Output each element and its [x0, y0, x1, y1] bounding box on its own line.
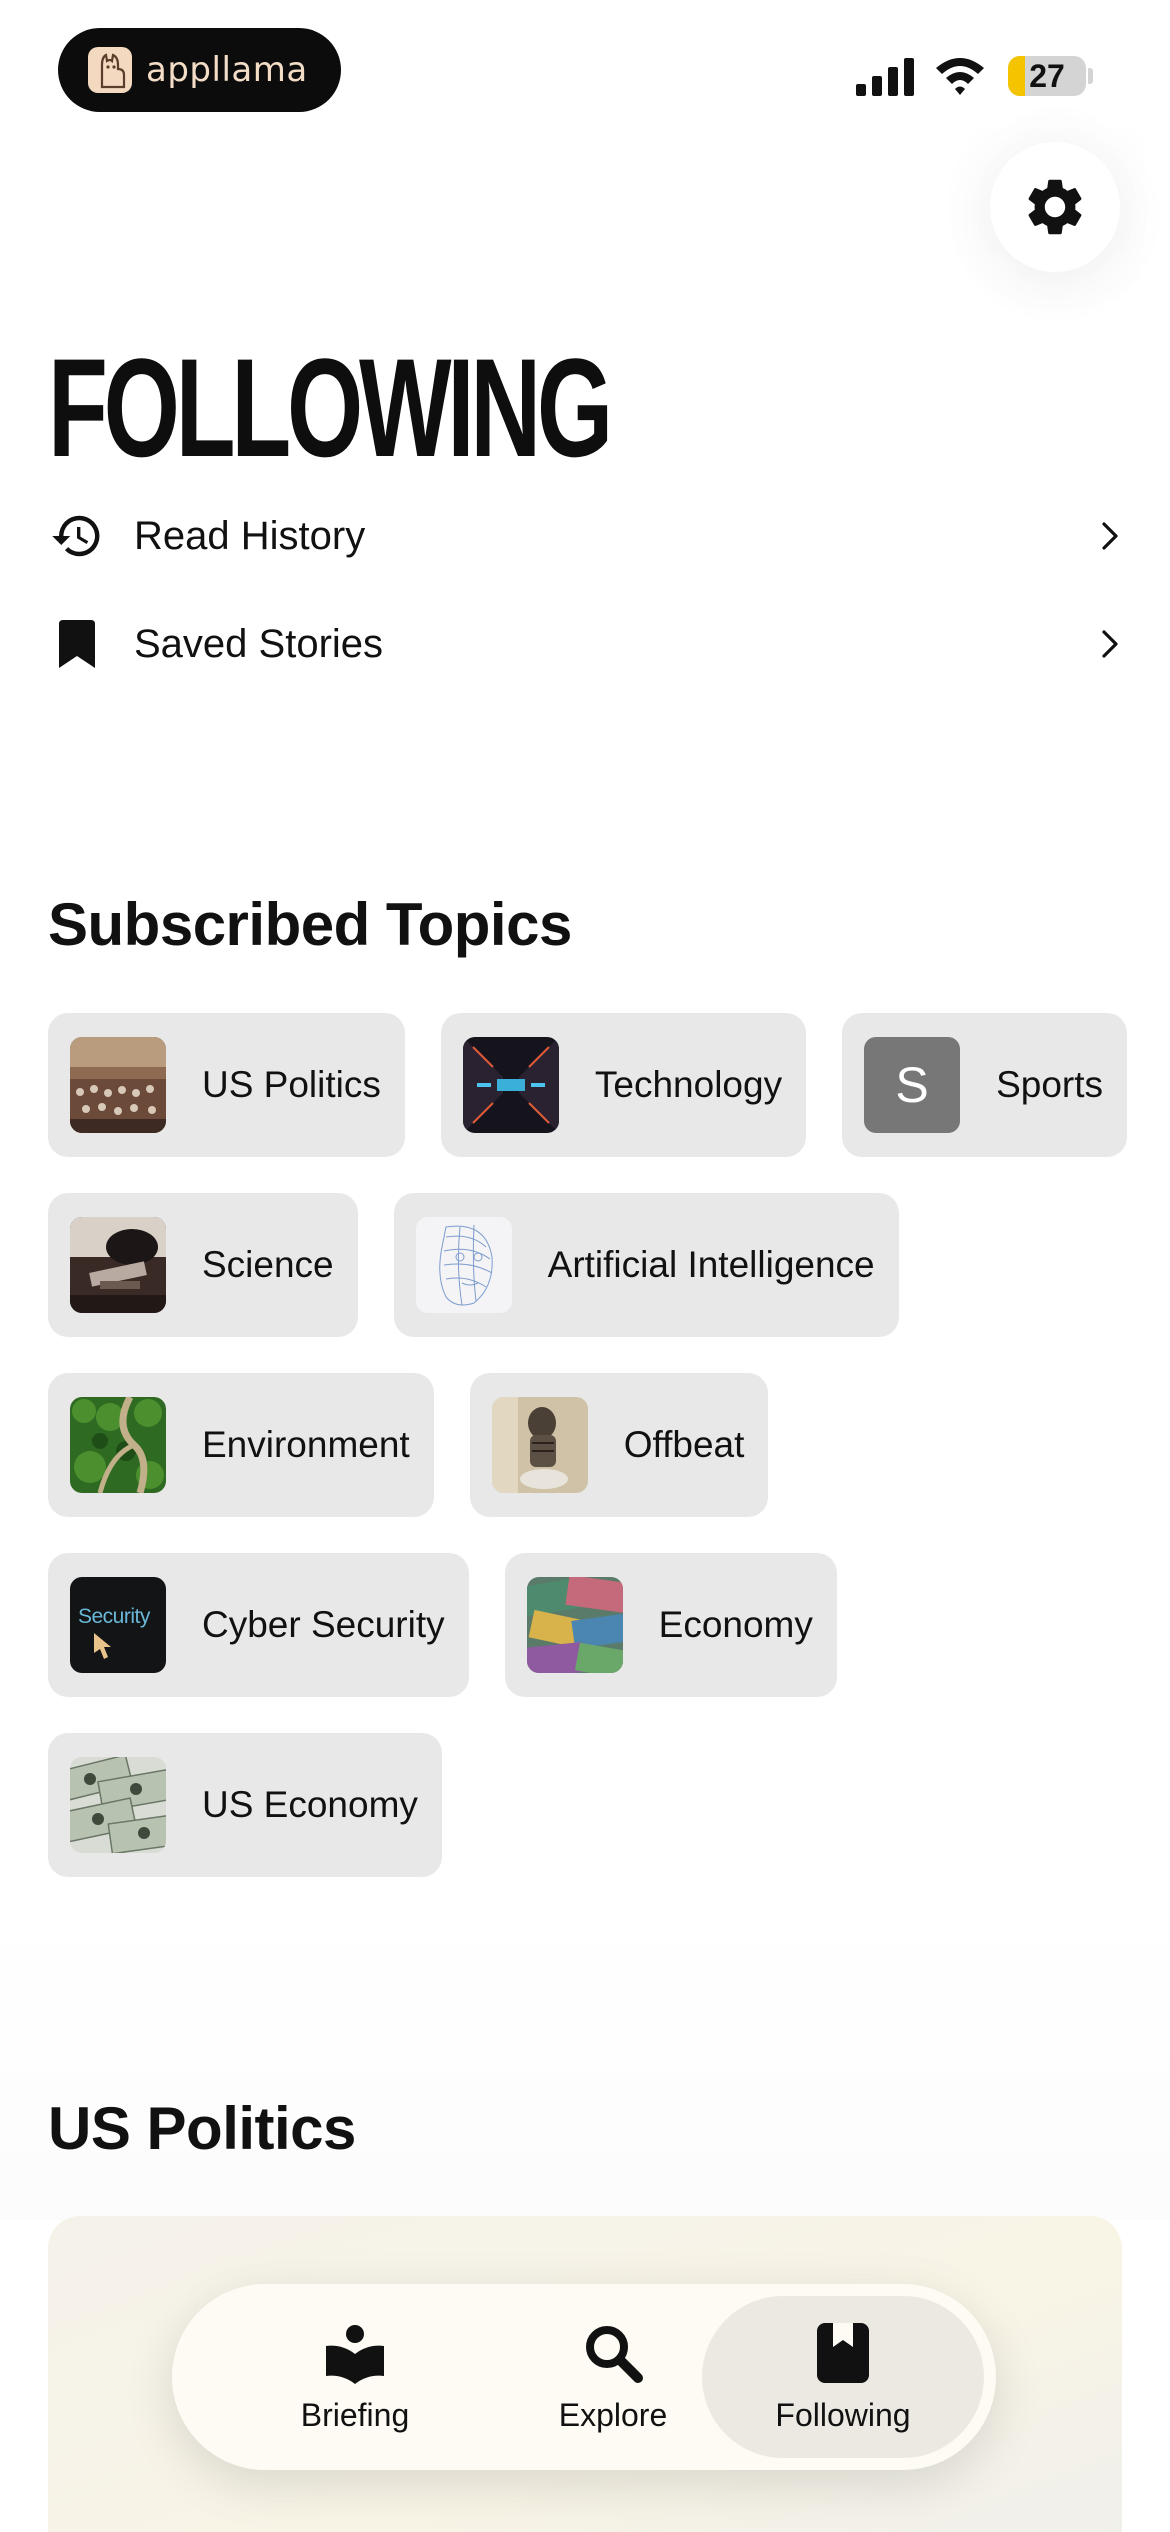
llama-logo-icon: [88, 47, 132, 93]
bookmark-icon: [48, 615, 106, 673]
cellular-signal-icon: [856, 58, 914, 96]
topic-chip-us-politics[interactable]: US Politics: [48, 1013, 405, 1157]
tab-label: Following: [775, 2396, 911, 2433]
letter-s-avatar: S: [864, 1037, 961, 1133]
topic-label: US Economy: [202, 1784, 418, 1825]
open-book-reader-icon: [323, 2321, 387, 2385]
chevron-right-icon: [1102, 630, 1118, 658]
read-history-row[interactable]: Read History: [48, 496, 1128, 576]
topic-label: US Politics: [202, 1064, 381, 1105]
tab-label: Explore: [558, 2396, 668, 2433]
dollars-photo: [70, 1757, 166, 1853]
forest-photo: [70, 1397, 166, 1493]
us-politics-heading: US Politics: [48, 2095, 356, 2162]
avatar-letter: S: [895, 1057, 929, 1113]
topic-chip-science[interactable]: Science: [48, 1193, 358, 1337]
security-screen: Security: [70, 1577, 166, 1673]
topic-label: Cyber Security: [202, 1604, 445, 1645]
topic-label: Artificial Intelligence: [547, 1244, 875, 1285]
topic-chips: US Politics Technology S Sports Science …: [48, 1013, 1128, 1877]
topic-chip-us-economy[interactable]: US Economy: [48, 1733, 442, 1877]
chevron-right-icon: [1102, 522, 1118, 550]
topic-chip-artificial-intelligence[interactable]: Artificial Intelligence: [393, 1193, 899, 1337]
congress-photo: [70, 1037, 166, 1133]
topic-label: Science: [202, 1244, 334, 1285]
history-icon: [48, 507, 106, 565]
topic-label: Offbeat: [623, 1424, 745, 1465]
topic-chip-sports[interactable]: S Sports: [842, 1013, 1128, 1157]
topic-label: Technology: [594, 1064, 783, 1105]
microscope-photo: [70, 1217, 166, 1313]
app-badge[interactable]: appllama: [58, 28, 341, 112]
topic-label: Economy: [658, 1604, 813, 1645]
tech-photo: [462, 1037, 559, 1133]
app-badge-text: appllama: [146, 50, 308, 90]
topic-chip-cyber-security[interactable]: Security Cyber Security: [48, 1553, 469, 1697]
settings-button[interactable]: [990, 142, 1120, 272]
battery-tip: [1088, 68, 1093, 84]
search-icon: [581, 2321, 645, 2385]
tab-briefing[interactable]: Briefing: [214, 2296, 496, 2458]
topic-chip-technology[interactable]: Technology: [440, 1013, 807, 1157]
wifi-icon: [936, 58, 984, 95]
battery-fill: [1008, 56, 1026, 96]
wireframe-face: [415, 1217, 512, 1313]
bottom-fade: [0, 1900, 1170, 2220]
topic-chip-offbeat[interactable]: Offbeat: [469, 1373, 769, 1517]
tab-following[interactable]: Following: [702, 2296, 984, 2458]
bookmark-book-icon: [811, 2321, 875, 2385]
battery-level: 27: [1029, 57, 1065, 94]
banknotes-photo: [526, 1577, 623, 1673]
topic-label: Environment: [202, 1424, 410, 1465]
read-history-label: Read History: [134, 513, 366, 558]
tab-label: Briefing: [300, 2396, 410, 2433]
gear-icon: [1028, 179, 1082, 235]
saved-stories-row[interactable]: Saved Stories: [48, 604, 1128, 684]
topic-chip-environment[interactable]: Environment: [48, 1373, 434, 1517]
subscribed-topics-heading: Subscribed Topics: [48, 891, 572, 958]
bottom-tab-bar: Briefing Explore Following: [172, 2284, 996, 2470]
saved-stories-label: Saved Stories: [134, 621, 384, 666]
topic-chip-economy[interactable]: Economy: [504, 1553, 837, 1697]
page-title: FOLLOWING: [48, 329, 613, 486]
robot-photo: [491, 1397, 588, 1493]
topic-label: Sports: [996, 1064, 1104, 1105]
battery-indicator: 27: [1008, 56, 1086, 96]
